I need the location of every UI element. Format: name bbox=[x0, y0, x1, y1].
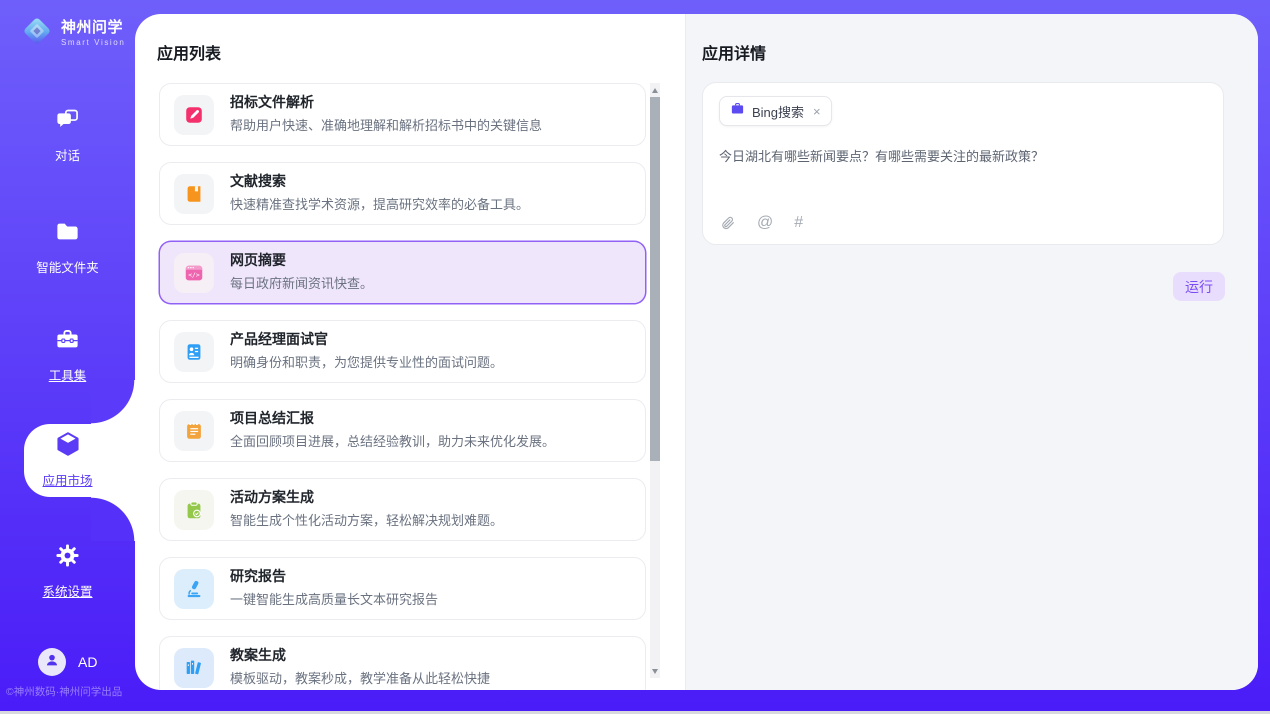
tool-tag-label: Bing搜索 bbox=[752, 102, 804, 121]
app-detail-title: 应用详情 bbox=[702, 40, 1258, 64]
app-name: 文献搜索 bbox=[230, 174, 529, 188]
user-initials: AD bbox=[78, 654, 97, 670]
svg-text:</>: </> bbox=[188, 271, 200, 279]
app-list-item[interactable]: 产品经理面试官 明确身份和职责，为您提供专业性的面试问题。 bbox=[159, 320, 646, 383]
tool-tag-bing-search[interactable]: Bing搜索 × bbox=[719, 96, 832, 126]
app-description: 一键智能生成高质量长文本研究报告 bbox=[230, 589, 438, 608]
paperclip-icon[interactable] bbox=[720, 215, 736, 231]
app-list-title: 应用列表 bbox=[157, 40, 685, 64]
app-description: 模板驱动，教案秒成，教学准备从此轻松快捷 bbox=[230, 668, 490, 687]
app-list-item[interactable]: 研究报告 一键智能生成高质量长文本研究报告 bbox=[159, 557, 646, 620]
app-list-item[interactable]: 文献搜索 快速精准查找学术资源，提高研究效率的必备工具。 bbox=[159, 162, 646, 225]
scroll-down-icon[interactable] bbox=[650, 665, 660, 677]
app-list-item[interactable]: 教案生成 模板驱动，教案秒成，教学准备从此轻松快捷 bbox=[159, 636, 646, 690]
sidebar: 神州问学 Smart Vision 对话 智能文件夹 工具集 应用市场 系统设置… bbox=[0, 0, 135, 714]
prompt-card[interactable]: Bing搜索 × 今日湖北有哪些新闻要点？有哪些需要关注的最新政策？ @ # bbox=[702, 82, 1224, 245]
app-name: 产品经理面试官 bbox=[230, 332, 503, 346]
tab-notch-top bbox=[91, 380, 135, 424]
at-icon[interactable]: @ bbox=[757, 215, 773, 231]
app-name: 项目总结汇报 bbox=[230, 411, 555, 425]
gear-icon bbox=[54, 556, 81, 573]
app-description: 快速精准查找学术资源，提高研究效率的必备工具。 bbox=[230, 194, 529, 213]
clipboard-check-icon bbox=[174, 490, 214, 530]
hash-icon[interactable]: # bbox=[794, 215, 803, 231]
briefcase-icon bbox=[730, 101, 745, 121]
scrollbar[interactable] bbox=[650, 83, 660, 678]
resume-icon bbox=[174, 332, 214, 372]
app-name: 教案生成 bbox=[230, 648, 490, 662]
notepad-icon bbox=[174, 411, 214, 451]
app-list-item[interactable]: 项目总结汇报 全面回顾项目进展，总结经验教训，助力未来优化发展。 bbox=[159, 399, 646, 462]
brand-tagline: Smart Vision bbox=[61, 38, 125, 47]
brand-diamond-icon bbox=[20, 14, 54, 53]
app-description: 全面回顾项目进展，总结经验教训，助力未来优化发展。 bbox=[230, 431, 555, 450]
app-name: 研究报告 bbox=[230, 569, 438, 583]
prompt-input[interactable]: 今日湖北有哪些新闻要点？有哪些需要关注的最新政策？ bbox=[719, 147, 1207, 167]
copyright-text: ©神州数码·神州问学出品 bbox=[6, 684, 122, 699]
webpage-code-icon: </> bbox=[174, 253, 214, 293]
scrollbar-thumb[interactable] bbox=[650, 97, 660, 461]
app-name: 招标文件解析 bbox=[230, 95, 542, 109]
sidebar-item-gear[interactable]: 系统设置 bbox=[0, 542, 135, 600]
doc-edit-icon bbox=[174, 95, 214, 135]
sidebar-item-folder[interactable]: 智能文件夹 bbox=[0, 218, 135, 276]
app-description: 每日政府新闻资讯快查。 bbox=[230, 273, 373, 292]
app-name: 网页摘要 bbox=[230, 253, 373, 267]
app-detail-panel: 应用详情 Bing搜索 × 今日湖北有哪些新闻要点？有哪些需要关注的最新政策？ … bbox=[685, 14, 1258, 690]
app-list-item[interactable]: 招标文件解析 帮助用户快速、准确地理解和解析招标书中的关键信息 bbox=[159, 83, 646, 146]
microscope-icon bbox=[174, 569, 214, 609]
app-description: 智能生成个性化活动方案，轻松解决规划难题。 bbox=[230, 510, 503, 529]
brand-name: 神州问学 bbox=[61, 20, 125, 37]
person-icon bbox=[44, 652, 60, 673]
chat-icon bbox=[54, 120, 81, 137]
tag-close-icon[interactable]: × bbox=[813, 105, 821, 118]
toolbox-icon bbox=[54, 340, 81, 357]
content-area: 应用列表 招标文件解析 帮助用户快速、准确地理解和解析招标书中的关键信息 文献搜… bbox=[135, 14, 1258, 690]
cube-icon bbox=[54, 445, 82, 462]
app-list-item[interactable]: 活动方案生成 智能生成个性化活动方案，轻松解决规划难题。 bbox=[159, 478, 646, 541]
app-description: 帮助用户快速、准确地理解和解析招标书中的关键信息 bbox=[230, 115, 542, 134]
app-list-panel: 应用列表 招标文件解析 帮助用户快速、准确地理解和解析招标书中的关键信息 文献搜… bbox=[135, 14, 685, 690]
sidebar-item-chat[interactable]: 对话 bbox=[0, 106, 135, 164]
book-icon bbox=[174, 174, 214, 214]
books-icon bbox=[174, 648, 214, 688]
tab-notch-bottom bbox=[91, 497, 135, 541]
input-toolbar: @ # bbox=[720, 215, 803, 231]
user-avatar[interactable] bbox=[38, 648, 66, 676]
folder-icon bbox=[54, 232, 81, 249]
app-list: 招标文件解析 帮助用户快速、准确地理解和解析招标书中的关键信息 文献搜索 快速精… bbox=[159, 83, 646, 690]
user-account[interactable]: AD bbox=[38, 648, 97, 676]
sidebar-item-toolbox[interactable]: 工具集 bbox=[0, 326, 135, 384]
app-list-item[interactable]: </> 网页摘要 每日政府新闻资讯快查。 bbox=[159, 241, 646, 304]
sidebar-item-cube[interactable]: 应用市场 bbox=[0, 430, 135, 489]
app-description: 明确身份和职责，为您提供专业性的面试问题。 bbox=[230, 352, 503, 371]
brand-logo: 神州问学 Smart Vision bbox=[20, 14, 125, 53]
app-name: 活动方案生成 bbox=[230, 490, 503, 504]
scroll-up-icon[interactable] bbox=[650, 84, 660, 96]
run-button[interactable]: 运行 bbox=[1173, 272, 1225, 301]
